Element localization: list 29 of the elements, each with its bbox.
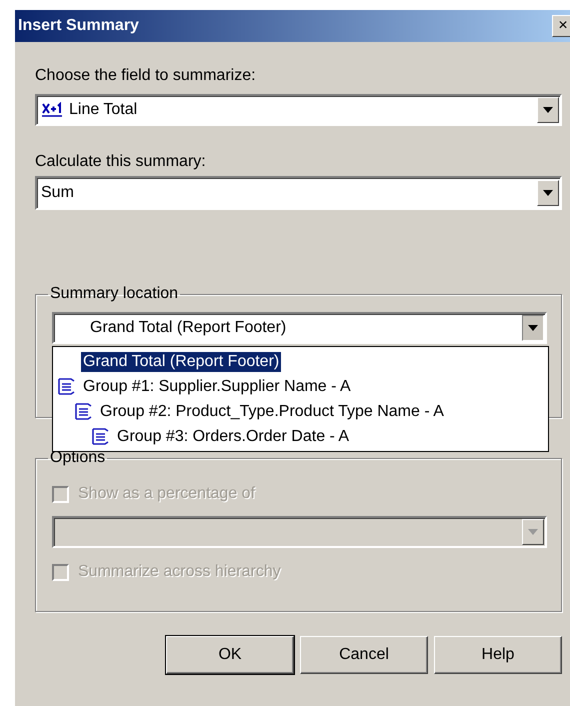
caret-down-icon xyxy=(528,529,538,535)
close-button[interactable]: × xyxy=(552,15,570,37)
summary-value: Sum xyxy=(40,183,75,203)
caret-down-icon xyxy=(543,107,553,113)
dialog-button[interactable]: Cancel xyxy=(300,636,428,674)
dialog-button[interactable]: OK xyxy=(166,636,294,674)
group-legend: Options xyxy=(48,448,108,468)
dropdown-arrow-button[interactable] xyxy=(522,315,544,341)
summary-dropdown[interactable]: Sum xyxy=(35,176,562,210)
group-legend: Summary location xyxy=(48,284,180,304)
percentage-dropdown[interactable] xyxy=(52,516,547,548)
group-icon xyxy=(74,402,94,420)
field-label: Choose the field to summarize: xyxy=(35,66,257,86)
location-value: Grand Total (Report Footer) xyxy=(89,318,288,338)
location-dropdown[interactable]: Grand Total (Report Footer) xyxy=(52,312,547,344)
group-icon xyxy=(91,428,111,446)
formula-field-icon xyxy=(41,102,63,118)
location-option[interactable]: Group #1: Supplier.Supplier Name - A xyxy=(81,376,353,396)
location-option[interactable]: Group #2: Product_Type.Product Type Name - A xyxy=(98,402,446,422)
caret-down-icon xyxy=(528,325,538,331)
summary-label: Calculate this summary: xyxy=(35,152,207,172)
group-icon xyxy=(57,378,77,396)
field-value: Line Total xyxy=(68,100,138,120)
window-title: Insert Summary xyxy=(18,16,139,36)
location-option[interactable]: Grand Total (Report Footer) xyxy=(81,352,282,372)
location-option[interactable]: Group #3: Orders.Order Date - A xyxy=(115,426,352,446)
dialog-button[interactable]: Help xyxy=(434,636,562,674)
field-dropdown[interactable]: Line Total xyxy=(35,94,562,126)
caret-down-icon xyxy=(543,190,553,196)
